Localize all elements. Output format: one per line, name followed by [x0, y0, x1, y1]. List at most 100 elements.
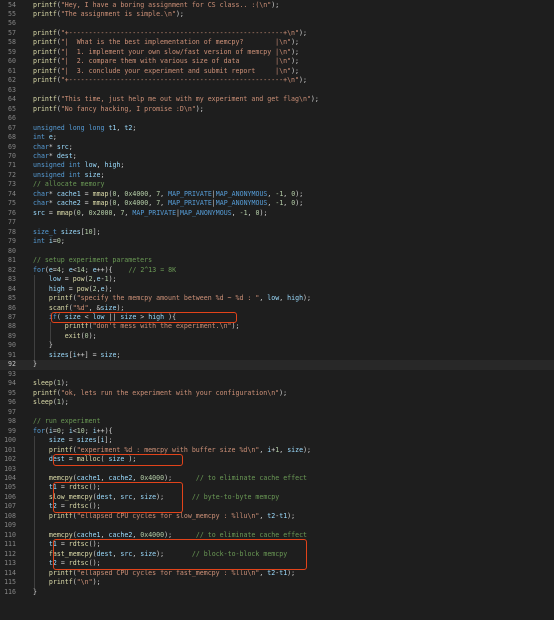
code-line-84[interactable]: 84 high = pow(2,e);: [0, 285, 554, 294]
code-text: printf("| What is the best implementatio…: [33, 38, 299, 47]
code-line-92[interactable]: 92}: [0, 360, 554, 370]
code-token: cache2: [108, 530, 133, 539]
code-token: );: [295, 199, 304, 208]
code-line-67[interactable]: 67 unsigned long long t1, t2;: [0, 124, 554, 133]
code-line-81[interactable]: 81 // setup experiment parameters: [0, 256, 554, 265]
code-token: MAP_PRIVATE: [168, 199, 212, 208]
line-number: 80: [8, 246, 16, 255]
code-line-57[interactable]: 57 printf("+-----------------------------…: [0, 29, 554, 38]
line-number: 63: [8, 85, 16, 94]
code-line-89[interactable]: 89 exit(0);: [0, 332, 554, 341]
code-line-58[interactable]: 58 printf("| What is the best implementat…: [0, 38, 554, 47]
code-text: unsigned long long t1, t2;: [33, 124, 136, 133]
code-token: printf: [33, 38, 57, 47]
code-line-70[interactable]: 70 char* dest;: [0, 152, 554, 161]
code-token: "experiment %d : memcpy with buffer size…: [76, 445, 260, 454]
code-line-99[interactable]: 99 for(i=0; i<10; i++){: [0, 427, 554, 436]
code-line-91[interactable]: 91 sizes[i++] = size;: [0, 351, 554, 360]
code-line-74[interactable]: 74 char* cache1 = mmap(0, 0x4000, 7, MAP_…: [0, 190, 554, 199]
code-token: char: [33, 152, 49, 161]
code-line-115[interactable]: 115 printf("\n");: [0, 578, 554, 587]
code-line-85[interactable]: 85 printf("specify the memcpy amount bet…: [0, 294, 554, 303]
line-number: 60: [8, 57, 16, 66]
line-number: 68: [8, 133, 16, 142]
code-text: size = sizes[i];: [33, 436, 113, 445]
line-number: 87: [8, 313, 16, 321]
code-line-97[interactable]: 97: [0, 408, 554, 417]
code-token: 0x4000: [124, 199, 149, 208]
code-line-64[interactable]: 64 printf("This time, just help me out wi…: [0, 95, 554, 104]
code-token: ;: [60, 237, 65, 246]
code-token: "\n": [76, 578, 93, 587]
code-line-55[interactable]: 55 printf("The assignment is simple.\n");: [0, 10, 554, 19]
code-token: // allocate memory: [33, 180, 105, 189]
code-line-56[interactable]: 56: [0, 19, 554, 28]
code-token: memcpy: [48, 530, 73, 539]
code-line-93[interactable]: 93: [0, 370, 554, 379]
code-line-61[interactable]: 61 printf("| 3. conclude your experiment …: [0, 67, 554, 76]
code-token: ,: [80, 208, 89, 217]
code-token: );: [291, 66, 300, 75]
code-line-63[interactable]: 63: [0, 86, 554, 95]
code-token: printf: [48, 511, 73, 520]
code-token: printf: [64, 322, 89, 331]
code-line-82[interactable]: 82 for(e=4; e<14; e++){ // 2^13 = 8K: [0, 266, 554, 275]
code-token: =: [60, 275, 73, 284]
code-text: printf("| 3. conclude your experiment an…: [33, 67, 299, 76]
code-line-103[interactable]: 103: [0, 465, 554, 474]
code-token: MAP_ANONYMOUS: [180, 208, 232, 217]
line-number: 107: [4, 502, 16, 511]
code-line-60[interactable]: 60 printf("| 2. compare them with various…: [0, 57, 554, 66]
code-line-54[interactable]: 54 printf("Hey, I have a boring assignmen…: [0, 1, 554, 10]
code-token: for: [33, 265, 45, 274]
code-line-114[interactable]: 114 printf("ellapsed CPU cycles for fast…: [0, 569, 554, 578]
code-line-90[interactable]: 90 }: [0, 341, 554, 350]
code-line-73[interactable]: 73 // allocate memory: [0, 180, 554, 189]
code-line-71[interactable]: 71 unsigned int low, high;: [0, 161, 554, 170]
code-line-72[interactable]: 72 unsigned int size;: [0, 171, 554, 180]
code-text: exit(0);: [33, 332, 97, 341]
code-line-75[interactable]: 75 char* cache2 = mmap(0, 0x4000, 7, MAP_…: [0, 199, 554, 208]
code-line-80[interactable]: 80: [0, 247, 554, 256]
code-line-108[interactable]: 108 printf("ellapsed CPU cycles for slow…: [0, 512, 554, 521]
code-line-88[interactable]: 88 printf("don't mess with the experimen…: [0, 322, 554, 331]
code-token: 14: [76, 265, 85, 274]
code-line-109[interactable]: 109: [0, 521, 554, 530]
code-line-65[interactable]: 65 printf("No fancy hacking, I promise :D…: [0, 105, 554, 114]
code-token: ,: [96, 161, 105, 170]
line-number: 100: [4, 436, 16, 445]
code-token: "| What is the best implementation of me…: [60, 38, 292, 47]
line-number: 61: [8, 66, 16, 75]
code-line-79[interactable]: 79 int i=0;: [0, 237, 554, 246]
code-text: }: [33, 360, 37, 369]
code-line-95[interactable]: 95 printf("ok, lets run the experiment wi…: [0, 389, 554, 398]
code-line-66[interactable]: 66: [0, 114, 554, 123]
code-line-100[interactable]: 100 size = sizes[i];: [0, 436, 554, 445]
code-line-116[interactable]: 116}: [0, 588, 554, 597]
code-line-98[interactable]: 98 // run experiment: [0, 417, 554, 426]
code-line-96[interactable]: 96 sleep(1);: [0, 398, 554, 407]
code-token: // byte-to-byte memcpy: [191, 492, 280, 501]
code-line-69[interactable]: 69 char* src;: [0, 143, 554, 152]
code-token: ++){: [96, 426, 113, 435]
code-line-77[interactable]: 77: [0, 218, 554, 227]
line-number: 97: [8, 407, 16, 416]
line-number: 102: [4, 455, 16, 464]
code-line-83[interactable]: 83 low = pow(2,e-1);: [0, 275, 554, 284]
code-line-78[interactable]: 78 size_t sizes[10];: [0, 228, 554, 237]
code-line-62[interactable]: 62 printf("+-----------------------------…: [0, 76, 554, 85]
code-token: "+--------------------------------------…: [60, 28, 299, 37]
code-text: // allocate memory: [33, 180, 104, 189]
code-editor[interactable]: 54 printf("Hey, I have a boring assignmen…: [0, 0, 554, 620]
code-token: sizes: [48, 350, 69, 359]
code-line-59[interactable]: 59 printf("| 1. implement your own slow/f…: [0, 48, 554, 57]
code-line-94[interactable]: 94 sleep(1);: [0, 379, 554, 388]
code-line-76[interactable]: 76 src = mmap(0, 0x2000, 7, MAP_PRIVATE|M…: [0, 209, 554, 218]
code-line-68[interactable]: 68 int e;: [0, 133, 554, 142]
code-text: unsigned int size;: [33, 171, 105, 180]
code-text: char* cache2 = mmap(0, 0x4000, 7, MAP_PR…: [33, 199, 303, 208]
